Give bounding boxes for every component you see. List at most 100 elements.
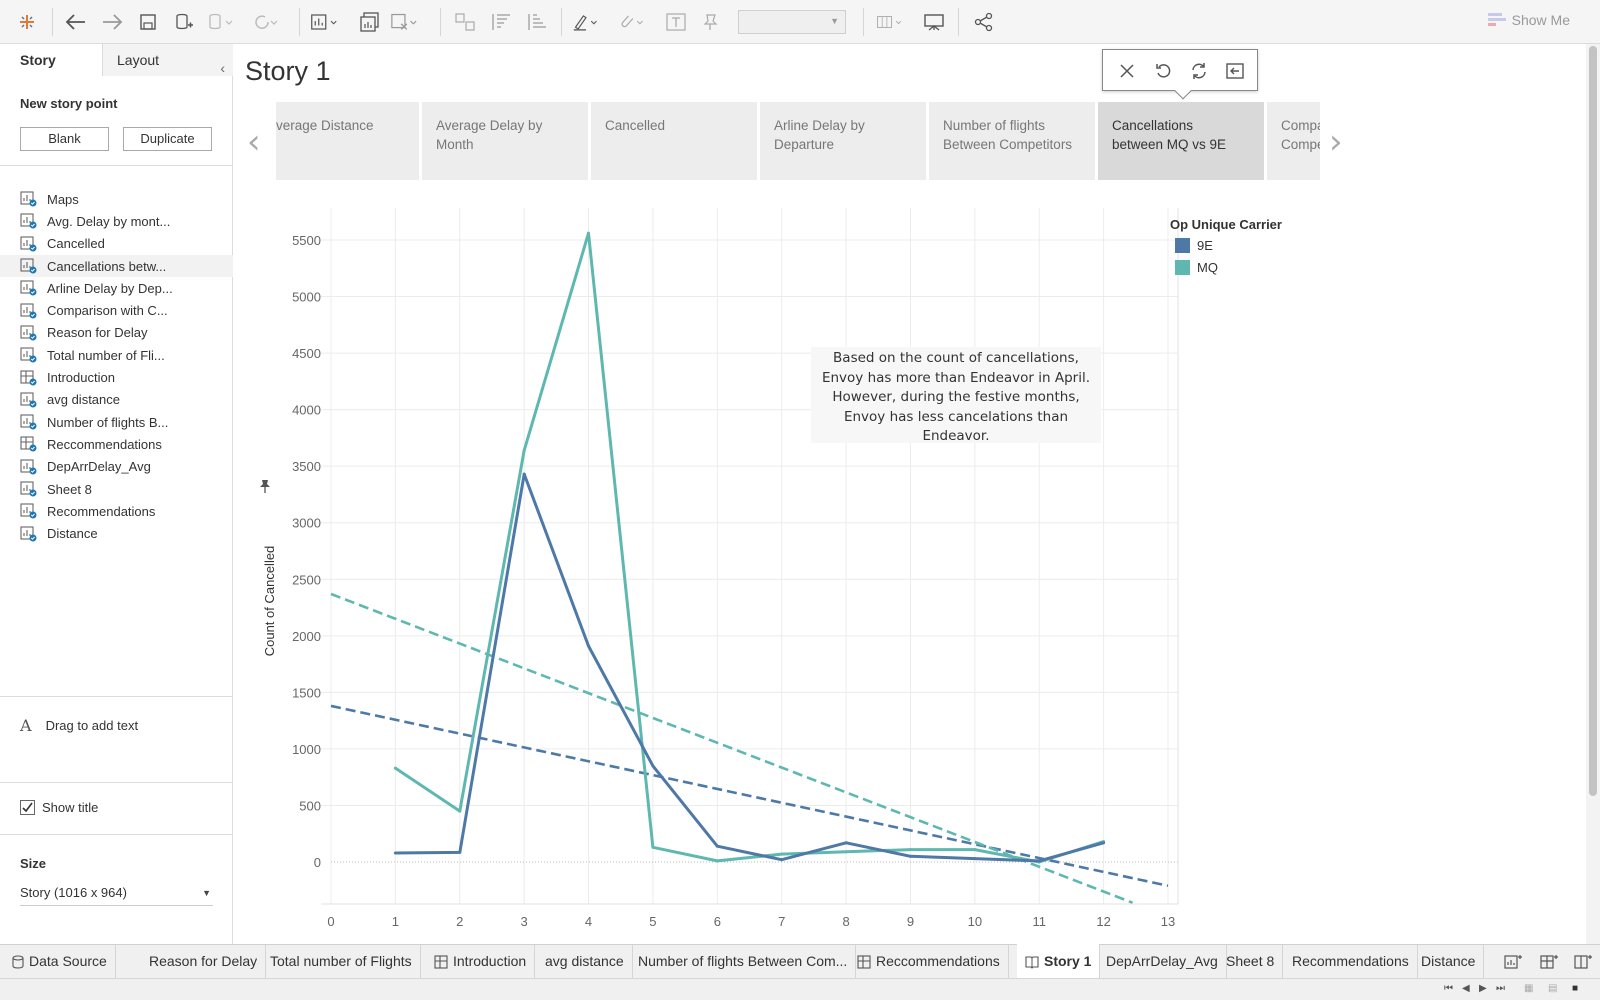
data-point-mq[interactable] xyxy=(844,850,848,854)
presentation-mode-icon[interactable] xyxy=(920,8,948,36)
duplicate-button[interactable]: Duplicate xyxy=(123,127,212,151)
new-dashboard-tab-icon[interactable] xyxy=(1532,945,1566,978)
scrollbar-thumb[interactable] xyxy=(1589,46,1597,796)
data-point-mq[interactable] xyxy=(973,848,977,852)
sheet-tab[interactable]: Reason for Delay xyxy=(141,945,267,978)
new-worksheet-tab-icon[interactable] xyxy=(1496,945,1530,978)
save-icon[interactable] xyxy=(134,8,162,36)
data-point-mq[interactable] xyxy=(780,852,784,856)
sort-ascending-icon[interactable] xyxy=(487,8,515,36)
previous-story-point-icon[interactable]: ‹ xyxy=(247,122,261,162)
sheet-list-item[interactable]: Avg. Delay by mont... xyxy=(0,210,233,232)
tab-story[interactable]: Story xyxy=(0,44,102,76)
data-point-9e[interactable] xyxy=(651,764,655,768)
sheet-list-item[interactable]: DepArrDelay_Avg xyxy=(0,456,233,478)
story-size-dropdown[interactable]: Story (1016 x 964) ▼ xyxy=(20,880,213,906)
sheet-list-item[interactable]: Comparison with C... xyxy=(0,299,233,321)
show-sheet-sorter-icon[interactable]: ▤ xyxy=(1548,983,1557,994)
show-title-checkbox[interactable] xyxy=(20,800,35,815)
sheet-list-item[interactable]: Cancellations betw... xyxy=(0,254,233,278)
data-point-mq[interactable] xyxy=(715,859,719,863)
duplicate-sheet-icon[interactable] xyxy=(356,8,384,36)
data-point-9e[interactable] xyxy=(393,851,397,855)
story-point-tab[interactable]: Cancellations between MQ vs 9E xyxy=(1098,102,1264,180)
previous-sheet-icon[interactable]: ◀ xyxy=(1462,983,1470,994)
vertical-scrollbar[interactable] xyxy=(1586,44,1600,944)
story-point-tab[interactable]: Average Delay by Month xyxy=(422,102,588,180)
sheet-list-item[interactable]: Recommendations xyxy=(0,500,233,522)
series-line-mq[interactable] xyxy=(394,231,1105,864)
sheet-list-item[interactable]: Number of flights B... xyxy=(0,411,233,433)
sheet-list-item[interactable]: Cancelled xyxy=(0,233,233,255)
data-point-mq[interactable] xyxy=(393,766,397,770)
show-mark-labels-icon[interactable] xyxy=(662,8,690,36)
data-point-mq[interactable] xyxy=(908,848,912,852)
blank-button[interactable]: Blank xyxy=(20,127,109,151)
clear-sheet-icon[interactable] xyxy=(390,8,418,36)
data-point-9e[interactable] xyxy=(715,844,719,848)
collapse-panel-icon[interactable]: ‹ xyxy=(220,52,225,84)
legend-item-mq[interactable]: MQ xyxy=(1175,260,1218,275)
fit-dropdown[interactable]: ▼ xyxy=(738,10,846,34)
data-point-9e[interactable] xyxy=(973,857,977,861)
legend-item-9e[interactable]: 9E xyxy=(1175,238,1213,253)
data-point-9e[interactable] xyxy=(458,850,462,854)
save-as-new-story-point-icon[interactable] xyxy=(1223,59,1247,83)
tableau-logo-icon[interactable] xyxy=(13,8,41,36)
sheet-tab[interactable]: Data Source xyxy=(4,945,116,978)
update-story-point-icon[interactable] xyxy=(1187,59,1211,83)
sheet-list-item[interactable]: Reason for Delay xyxy=(0,322,233,344)
sheet-list-item[interactable]: avg distance xyxy=(0,389,233,411)
revert-story-point-icon[interactable] xyxy=(1151,59,1175,83)
highlight-icon[interactable] xyxy=(572,8,600,36)
sheet-tab[interactable]: Number of flights Between Com... xyxy=(630,945,857,978)
fix-axes-pin-icon[interactable] xyxy=(696,8,724,36)
show-title-toggle[interactable]: Show title xyxy=(20,800,98,815)
sort-descending-icon[interactable] xyxy=(523,8,551,36)
show-cards-icon[interactable] xyxy=(876,8,904,36)
sheet-tab[interactable]: Recommendations xyxy=(1284,945,1418,978)
sheet-tab[interactable]: Sheet 8 xyxy=(1218,945,1284,978)
sheet-list-item[interactable]: Maps xyxy=(0,188,233,210)
share-icon[interactable] xyxy=(970,8,998,36)
sheet-tab[interactable]: Reccommendations xyxy=(849,945,1009,978)
pin-icon[interactable] xyxy=(258,479,272,496)
new-worksheet-icon[interactable] xyxy=(310,8,338,36)
drag-to-add-text[interactable]: A Drag to add text xyxy=(20,716,138,735)
sheet-tab[interactable]: Story 1 xyxy=(1017,944,1101,979)
chart-annotation[interactable]: Based on the count of cancellations, Env… xyxy=(811,347,1101,444)
tab-layout[interactable]: Layout ‹ xyxy=(102,44,233,76)
refresh-icon[interactable] xyxy=(250,8,278,36)
data-point-mq[interactable] xyxy=(587,231,591,235)
data-point-9e[interactable] xyxy=(844,841,848,845)
show-me-button[interactable]: Show Me xyxy=(1487,12,1570,28)
sheet-list-item[interactable]: Reccommendations xyxy=(0,433,233,455)
data-point-9e[interactable] xyxy=(780,858,784,862)
sheet-tab[interactable]: Total number of Flights xyxy=(262,945,421,978)
data-point-9e[interactable] xyxy=(1102,841,1106,845)
sheet-list-item[interactable]: Introduction xyxy=(0,366,233,388)
sheet-list-item[interactable]: Total number of Fli... xyxy=(0,344,233,366)
redo-icon[interactable] xyxy=(98,8,126,36)
data-point-9e[interactable] xyxy=(908,854,912,858)
sheet-list-item[interactable]: Arline Delay by Dep... xyxy=(0,277,233,299)
story-point-tab[interactable]: Arline Delay by Departure xyxy=(760,102,926,180)
show-tabs-icon[interactable]: ■ xyxy=(1572,983,1578,994)
undo-icon[interactable] xyxy=(62,8,90,36)
delete-story-point-icon[interactable] xyxy=(1115,59,1139,83)
story-point-tab[interactable]: Number of flights Between Competitors xyxy=(929,102,1095,180)
swap-rows-columns-icon[interactable] xyxy=(451,8,479,36)
data-point-9e[interactable] xyxy=(522,472,526,476)
pause-updates-icon[interactable] xyxy=(206,8,234,36)
sheet-tab[interactable]: Introduction xyxy=(426,945,536,978)
sheet-tab[interactable]: avg distance xyxy=(537,945,633,978)
last-sheet-icon[interactable]: ⏭ xyxy=(1496,983,1505,994)
first-sheet-icon[interactable]: ⏮ xyxy=(1444,983,1453,994)
series-line-9e[interactable] xyxy=(395,472,1105,863)
story-point-tab[interactable]: Compa Compe xyxy=(1267,102,1320,180)
data-point-mq[interactable] xyxy=(651,845,655,849)
data-point-9e[interactable] xyxy=(1037,859,1041,863)
data-point-9e[interactable] xyxy=(587,644,591,648)
new-data-source-icon[interactable] xyxy=(170,8,198,36)
sheet-list-item[interactable]: Sheet 8 xyxy=(0,478,233,500)
